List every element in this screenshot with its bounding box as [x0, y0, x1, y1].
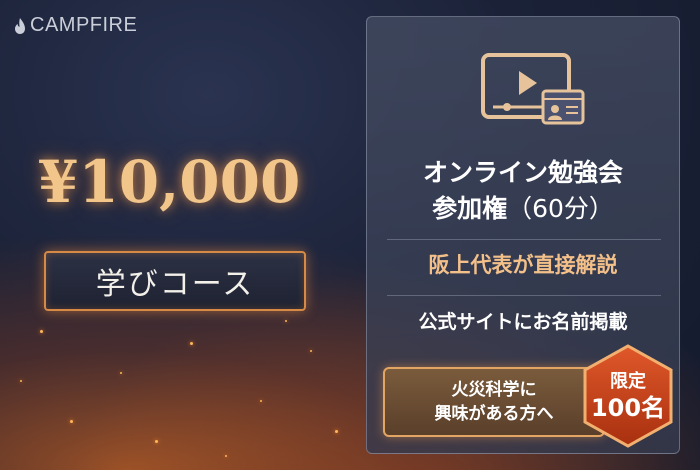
course-button[interactable]: 学びコース [44, 251, 306, 311]
flame-icon [15, 17, 25, 34]
card-title-main: 参加権 [432, 194, 508, 223]
course-label: 学びコース [95, 267, 255, 302]
target-line2: 興味がある方へ [434, 404, 554, 424]
limit-badge: 限定 100名 [581, 343, 675, 449]
limit-count: 100名 [590, 394, 666, 422]
divider [387, 295, 661, 296]
target-line1: 火災科学に [451, 380, 537, 400]
feature-highlight: 阪上代表が直接解説 [428, 253, 618, 277]
card-title-line2: 参加権（60分） [367, 191, 679, 227]
card-title-line1: オンライン勉強会 [422, 158, 623, 187]
logo-text: CAMPFIRE [30, 14, 138, 36]
price: ¥10,000 [38, 148, 301, 216]
limit-label: 限定 [610, 371, 646, 392]
target-audience-box: 火災科学に 興味がある方へ [383, 367, 605, 437]
divider [387, 239, 661, 240]
feature-plain: 公式サイトにお名前掲載 [418, 311, 628, 333]
campfire-logo: CAMPFIRE [14, 14, 137, 37]
reward-card: オンライン勉強会 参加権（60分） 阪上代表が直接解説 公式サイトにお名前掲載 … [366, 16, 680, 454]
card-title: オンライン勉強会 参加権（60分） [367, 155, 679, 227]
limit-text: 限定 100名 [581, 343, 675, 449]
card-title-duration: （60分） [507, 194, 614, 223]
video-lesson-icon [481, 53, 585, 125]
